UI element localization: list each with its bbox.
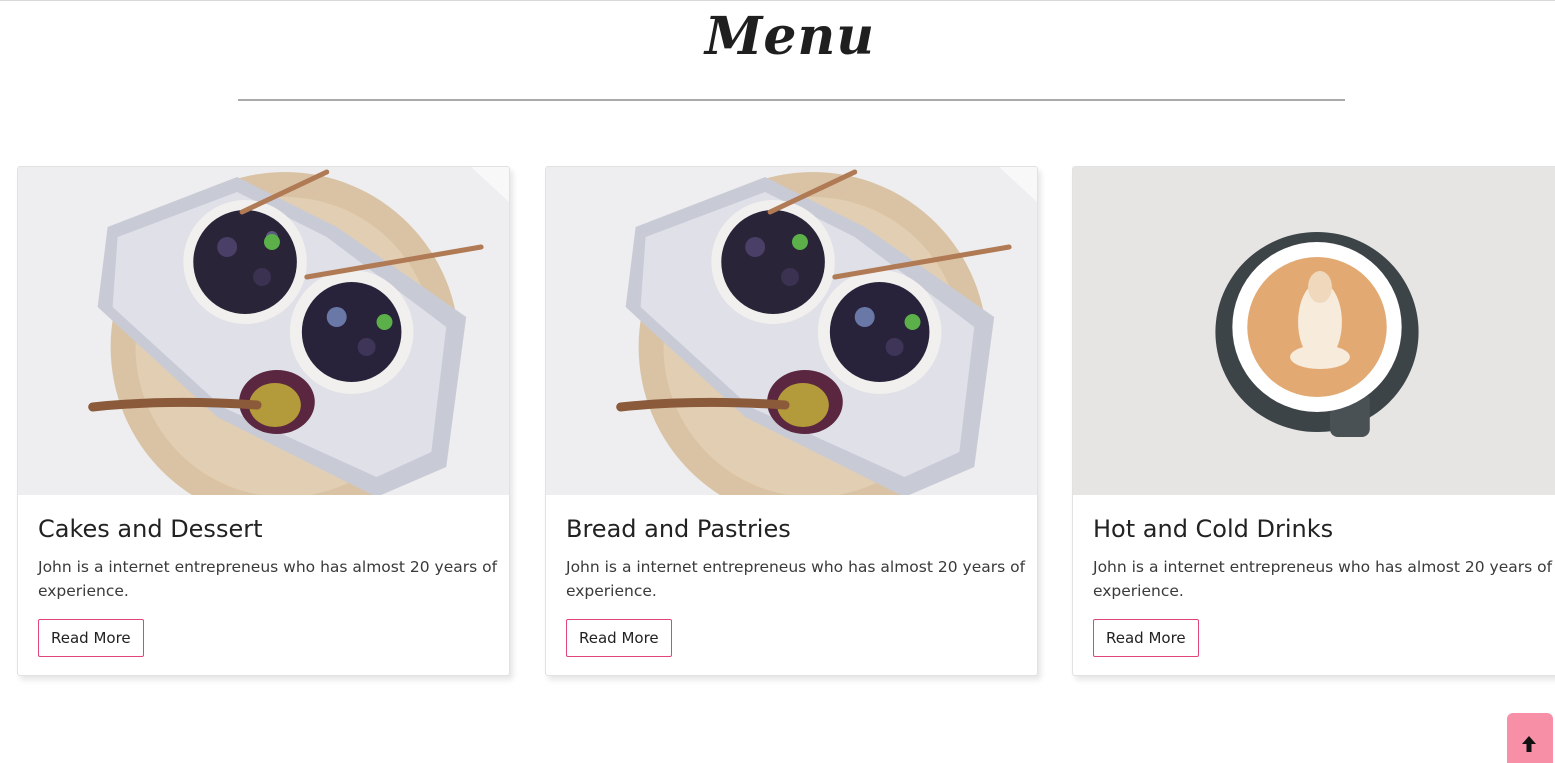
read-more-button[interactable]: Read More: [38, 619, 144, 657]
card-description: John is a internet entrepreneus who has …: [566, 558, 1026, 600]
arrow-up-icon: [1522, 736, 1536, 752]
menu-card-drinks: Hot and Cold Drinks John is a internet e…: [1072, 166, 1555, 676]
card-title: Bread and Pastries: [566, 515, 791, 543]
read-more-button[interactable]: Read More: [1093, 619, 1199, 657]
read-more-button[interactable]: Read More: [566, 619, 672, 657]
card-title: Cakes and Dessert: [38, 515, 263, 543]
menu-card-cakes: Cakes and Dessert John is a internet ent…: [17, 166, 510, 676]
card-description: John is a internet entrepreneus who has …: [1093, 558, 1553, 600]
card-title: Hot and Cold Drinks: [1093, 515, 1334, 543]
top-border-line: [0, 0, 1555, 1]
card-image-berry-parfait: [18, 167, 509, 495]
menu-card-bread: Bread and Pastries John is a internet en…: [545, 166, 1038, 676]
card-image-berry-parfait: [546, 167, 1037, 495]
card-image-latte-coffee: [1073, 167, 1555, 495]
page-title: Menu: [704, 6, 876, 67]
title-divider: [238, 99, 1345, 101]
card-description: John is a internet entrepreneus who has …: [38, 558, 498, 600]
